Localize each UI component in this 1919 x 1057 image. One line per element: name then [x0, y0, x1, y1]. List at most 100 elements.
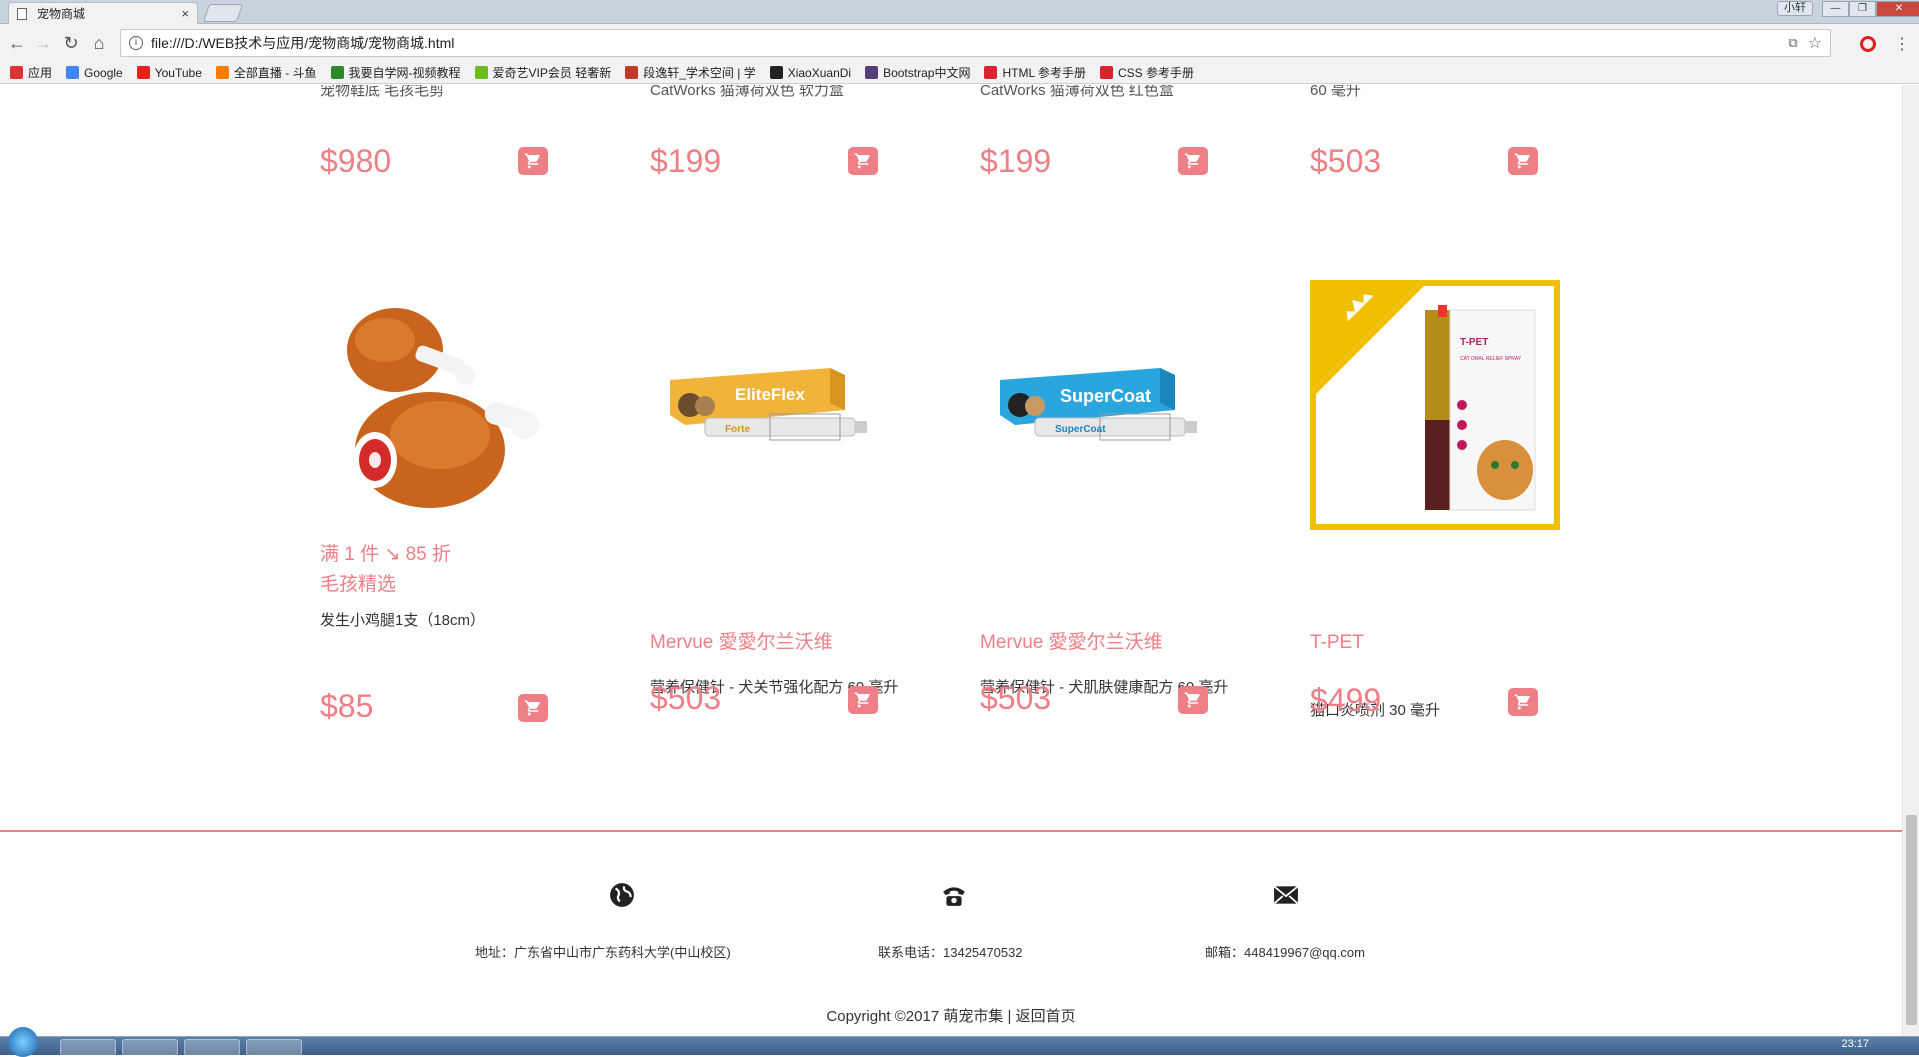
footer-phone: 联系电话：13425470532 [878, 945, 1023, 960]
browser-titlebar: 宠物商城 × 小轩 — ❐ ✕ [0, 0, 1919, 24]
product-price: $980 [320, 143, 392, 179]
product-title-line[interactable]: 毛孩精选 [320, 570, 451, 600]
home-icon[interactable]: ⌂ [88, 33, 110, 55]
bookmark-label[interactable]: 我要自学网-视频教程 [349, 64, 461, 81]
bookmark-item[interactable]: CSS 参考手册 [1100, 64, 1194, 81]
taskbar-app[interactable] [184, 1039, 240, 1056]
tpet-box-brand: T-PET [1460, 337, 1488, 348]
cart-icon [854, 692, 870, 708]
close-window-button[interactable]: ✕ [1876, 1, 1919, 17]
home-link[interactable]: 返回首页 [1016, 1008, 1076, 1025]
cart-icon [1514, 153, 1530, 169]
info-icon[interactable]: i [129, 36, 143, 50]
bookmark-item[interactable]: 我要自学网-视频教程 [330, 64, 461, 81]
bookmark-label[interactable]: XiaoXuanDi [788, 66, 851, 80]
product-image-eliteflex[interactable]: EliteFlex Forte [650, 280, 900, 530]
product-title-line[interactable]: 满 1 件 ↘ 85 折 [320, 540, 451, 570]
page-scrollbar[interactable] [1902, 85, 1919, 1036]
add-to-cart-button[interactable] [848, 147, 878, 175]
maximize-button[interactable]: ❐ [1849, 1, 1876, 17]
bookmark-star-icon[interactable]: ☆ [1808, 33, 1822, 53]
bookmark-icon [330, 66, 344, 79]
bookmark-item[interactable]: HTML 参考手册 [984, 64, 1086, 81]
supercoat-sub: SuperCoat [1055, 424, 1106, 435]
new-tab-button[interactable] [202, 4, 244, 22]
product-price: $199 [980, 143, 1052, 179]
bookmark-label[interactable]: 段逸轩_学术空间 | 学 [643, 64, 755, 81]
add-to-cart-button[interactable] [1178, 147, 1208, 175]
bookmark-icon [10, 66, 23, 79]
reload-icon[interactable]: ↻ [60, 33, 82, 55]
tab-close-icon[interactable]: × [181, 6, 189, 21]
bookmark-label[interactable]: Bootstrap中文网 [883, 64, 970, 81]
product-desc-cutoff: 宠物鞋底 毛孩毛剪 [320, 85, 445, 99]
bookmark-icon [984, 66, 998, 79]
add-to-cart-button[interactable] [1508, 147, 1538, 175]
menu-icon[interactable]: ⋮ [1894, 34, 1910, 54]
product-desc-cutoff: 60 毫升 [1310, 85, 1361, 99]
bookmark-label[interactable]: YouTube [155, 66, 202, 80]
translate-icon[interactable]: ⧉ [1788, 35, 1797, 51]
taskbar-chrome[interactable] [60, 1039, 116, 1056]
taskbar-app[interactable] [246, 1039, 302, 1056]
bookmark-icon [136, 66, 150, 79]
bookmark-label[interactable]: 应用 [28, 64, 52, 81]
footer-divider [0, 830, 1902, 832]
clock[interactable]: 23:17 [1841, 1038, 1869, 1050]
bookmarks-bar: 应用 Google YouTube 全部直播 - 斗鱼 我要自学网-视频教程 爱奇艺VIP… [0, 62, 1919, 84]
bookmark-item[interactable]: 段逸轩_学术空间 | 学 [625, 64, 756, 81]
bookmark-icon [1100, 66, 1114, 79]
bookmark-label[interactable]: HTML 参考手册 [1002, 64, 1086, 81]
profile-button[interactable]: 小轩 [1777, 1, 1813, 16]
product-title[interactable]: T-PET [1310, 628, 1364, 658]
bookmark-icon [215, 66, 229, 79]
forward-icon[interactable]: → [32, 33, 54, 55]
add-to-cart-button[interactable] [518, 694, 548, 722]
product-image-supercoat[interactable]: SuperCoat SuperCoat [980, 280, 1230, 530]
bookmark-item[interactable]: Google [66, 66, 123, 80]
browser-tab[interactable]: 宠物商城 × [8, 2, 198, 24]
bookmark-item[interactable]: 应用 [10, 64, 52, 81]
product-image-chicken-leg[interactable] [320, 280, 570, 530]
footer-email: 邮箱：448419967@qq.com [1205, 945, 1365, 960]
footer-address: 地址：广东省中山市广东药科大学(中山校区) [475, 945, 731, 960]
product-title[interactable]: 满 1 件 ↘ 85 折 毛孩精选 [320, 540, 451, 600]
back-icon[interactable]: ← [6, 33, 28, 55]
cart-icon [524, 700, 540, 716]
product-title[interactable]: Mervue 愛愛尔兰沃维 [650, 628, 833, 658]
product-desc: 发生小鸡腿1支（18cm） [320, 612, 486, 629]
product-price: $503 [650, 680, 722, 716]
add-to-cart-button[interactable] [1508, 688, 1538, 716]
mail-icon [1273, 885, 1299, 905]
bookmark-label[interactable]: 全部直播 - 斗鱼 [234, 64, 317, 81]
bookmark-item[interactable]: XiaoXuanDi [769, 66, 851, 80]
start-button[interactable] [8, 1027, 38, 1057]
cart-icon [854, 153, 870, 169]
product-price: $499 [1310, 682, 1382, 718]
bookmark-item[interactable]: Bootstrap中文网 [865, 64, 970, 81]
product-title[interactable]: Mervue 愛愛尔兰沃维 [980, 628, 1163, 658]
address-bar[interactable]: i file:///D:/WEB技术与应用/宠物商城/宠物商城.html ⧉ ☆ [120, 29, 1831, 57]
cart-icon [524, 153, 540, 169]
add-to-cart-button[interactable] [1178, 686, 1208, 714]
bookmark-icon [769, 66, 783, 79]
globe-icon [610, 883, 634, 907]
add-to-cart-button[interactable] [848, 686, 878, 714]
taskbar-explorer[interactable] [122, 1039, 178, 1056]
url-text[interactable]: file:///D:/WEB技术与应用/宠物商城/宠物商城.html [151, 33, 1788, 53]
bookmark-item[interactable]: 全部直播 - 斗鱼 [215, 64, 317, 81]
minimize-button[interactable]: — [1822, 1, 1849, 17]
bookmark-label[interactable]: CSS 参考手册 [1118, 64, 1194, 81]
page-viewport: 宠物鞋底 毛孩毛剪 CatWorks 猫薄荷双色 软力盒 CatWorks 猫薄… [0, 85, 1919, 1036]
product-image-tpet[interactable]: 主打商品 T-PET CAT ORAL RELIEF SPRAY [1310, 280, 1560, 530]
bookmark-label[interactable]: Google [84, 66, 123, 80]
bookmark-item[interactable]: YouTube [136, 66, 202, 80]
add-to-cart-button[interactable] [518, 147, 548, 175]
scroll-thumb[interactable] [1906, 815, 1917, 1025]
bookmark-label[interactable]: 爱奇艺VIP会员 轻奢新 [493, 64, 612, 81]
cart-icon [1514, 694, 1530, 710]
bookmark-icon [865, 66, 879, 79]
product-desc-cutoff: CatWorks 猫薄荷双色 软力盒 [650, 85, 844, 99]
bookmark-item[interactable]: 爱奇艺VIP会员 轻奢新 [474, 64, 612, 81]
opera-extension-icon[interactable] [1860, 36, 1876, 52]
